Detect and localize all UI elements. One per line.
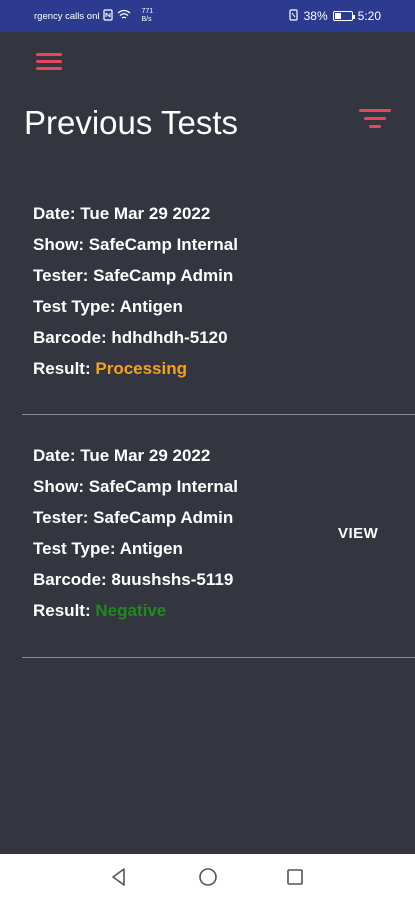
test-result: Result: Processing [33,357,238,388]
wifi-icon [117,9,131,23]
clock: 5:20 [357,9,381,23]
test-result-label: Result: [33,601,91,620]
test-card[interactable]: Date: Tue Mar 29 2022 Show: SafeCamp Int… [22,415,415,658]
back-triangle-icon[interactable] [96,854,142,900]
test-card[interactable]: Date: Tue Mar 29 2022 Show: SafeCamp Int… [22,190,415,415]
system-nav-bar [0,854,415,900]
test-type: Test Type: Antigen [33,539,183,558]
test-result: Result: Negative [33,599,238,630]
test-show: Show: SafeCamp Internal [33,477,238,496]
menu-line [36,53,62,56]
network-speed: 771 B/s [141,8,153,24]
nfc-icon [103,8,114,24]
hamburger-icon[interactable] [36,53,62,75]
battery-percent: 38% [303,9,328,23]
test-type: Test Type: Antigen [33,297,183,316]
filter-line [359,109,391,112]
status-notification-text: rgency calls onl [34,10,100,22]
menu-line [36,67,62,70]
test-card-details: Date: Tue Mar 29 2022 Show: SafeCamp Int… [33,444,238,630]
status-left: rgency calls onl 771 B/s [34,0,153,32]
test-result-value: Negative [95,601,167,620]
filter-line [364,117,386,120]
test-date: Date: Tue Mar 29 2022 [33,204,211,223]
page-title: Previous Tests [24,104,238,141]
test-tester: Tester: SafeCamp Admin [33,508,234,527]
filter-line [369,125,381,128]
vibrate-icon [288,8,299,24]
battery-icon [332,11,355,21]
status-right: 38% 5:20 [288,0,381,32]
status-bar: rgency calls onl 771 B/s 38% 5:20 [0,0,415,32]
test-card-details: Date: Tue Mar 29 2022 Show: SafeCamp Int… [33,202,238,388]
home-circle-icon[interactable] [185,854,231,900]
test-barcode: Barcode: hdhdhdh-5120 [33,328,228,347]
test-tester: Tester: SafeCamp Admin [33,266,234,285]
filter-icon[interactable] [358,109,392,133]
recents-square-icon[interactable] [272,854,318,900]
view-button[interactable]: VIEW [338,525,378,542]
test-date: Date: Tue Mar 29 2022 [33,446,211,465]
test-show: Show: SafeCamp Internal [33,235,238,254]
network-speed-unit: B/s [141,16,152,23]
test-barcode: Barcode: 8uushshs-5119 [33,570,234,589]
test-result-label: Result: [33,359,91,378]
test-result-value: Processing [95,359,188,378]
network-speed-value: 771 [141,8,154,15]
menu-line [36,60,62,63]
battery-level [334,13,341,19]
